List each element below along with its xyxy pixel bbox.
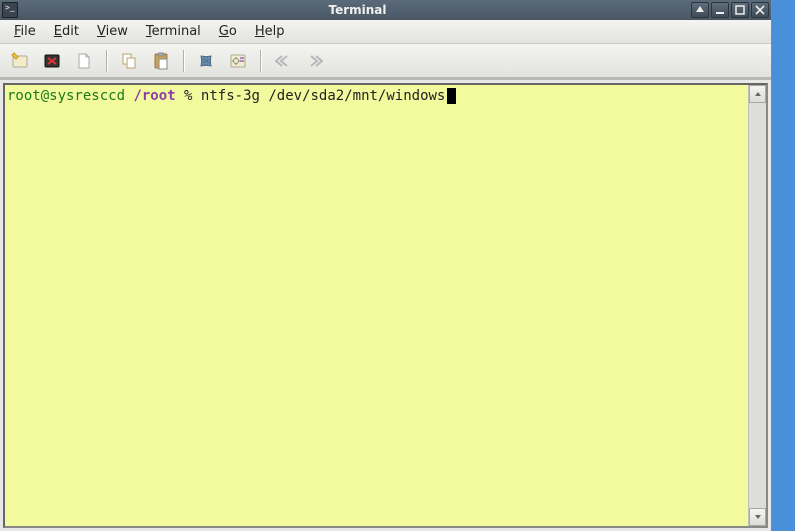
scroll-track[interactable] <box>749 103 766 508</box>
menu-view[interactable]: View <box>89 22 136 41</box>
chevron-up-icon <box>754 90 762 98</box>
cursor <box>447 88 456 104</box>
terminal-output[interactable]: root@sysresccd /root % ntfs-3g /dev/sda2… <box>5 85 748 526</box>
prompt-symbol: % <box>184 88 192 104</box>
toolbar-separator <box>183 50 184 72</box>
menu-file[interactable]: File <box>6 22 44 41</box>
new-doc-icon <box>74 51 94 71</box>
window-title: Terminal <box>24 3 691 17</box>
copy-button[interactable] <box>115 48 143 74</box>
terminal-window: Terminal File Edit View Terminal Go Help <box>0 0 772 531</box>
paste-icon <box>151 51 171 71</box>
new-tab-button[interactable] <box>6 48 34 74</box>
paste-button[interactable] <box>147 48 175 74</box>
shade-button[interactable] <box>691 2 709 18</box>
settings-icon <box>228 51 248 71</box>
toolbar-separator <box>106 50 107 72</box>
toolbar-separator <box>260 50 261 72</box>
scroll-up-button[interactable] <box>749 85 766 103</box>
menu-go[interactable]: Go <box>211 22 245 41</box>
next-icon <box>305 51 325 71</box>
prompt-user-host: root@sysresccd <box>7 88 125 104</box>
menubar: File Edit View Terminal Go Help <box>0 20 771 44</box>
toolbar <box>0 44 771 78</box>
titlebar: Terminal <box>0 0 771 20</box>
fullscreen-button[interactable] <box>192 48 220 74</box>
prompt-path: /root <box>133 88 175 104</box>
scroll-down-button[interactable] <box>749 508 766 526</box>
menu-help[interactable]: Help <box>247 22 293 41</box>
terminal-frame: root@sysresccd /root % ntfs-3g /dev/sda2… <box>0 78 771 531</box>
fullscreen-icon <box>196 51 216 71</box>
settings-button[interactable] <box>224 48 252 74</box>
close-tab-icon <box>42 51 62 71</box>
app-icon <box>2 2 18 18</box>
close-button[interactable] <box>751 2 769 18</box>
next-button[interactable] <box>301 48 329 74</box>
chevron-down-icon <box>754 513 762 521</box>
minimize-button[interactable] <box>711 2 729 18</box>
menu-edit[interactable]: Edit <box>46 22 87 41</box>
scrollbar[interactable] <box>748 85 766 526</box>
prompt-command: ntfs-3g /dev/sda2/mnt/windows <box>201 88 445 104</box>
new-tab-icon <box>10 51 30 71</box>
menu-terminal[interactable]: Terminal <box>138 22 209 41</box>
copy-icon <box>119 51 139 71</box>
prev-icon <box>273 51 293 71</box>
terminal-border: root@sysresccd /root % ntfs-3g /dev/sda2… <box>3 83 768 528</box>
window-controls <box>691 2 769 18</box>
new-doc-button[interactable] <box>70 48 98 74</box>
close-tab-button[interactable] <box>38 48 66 74</box>
maximize-button[interactable] <box>731 2 749 18</box>
prev-button[interactable] <box>269 48 297 74</box>
